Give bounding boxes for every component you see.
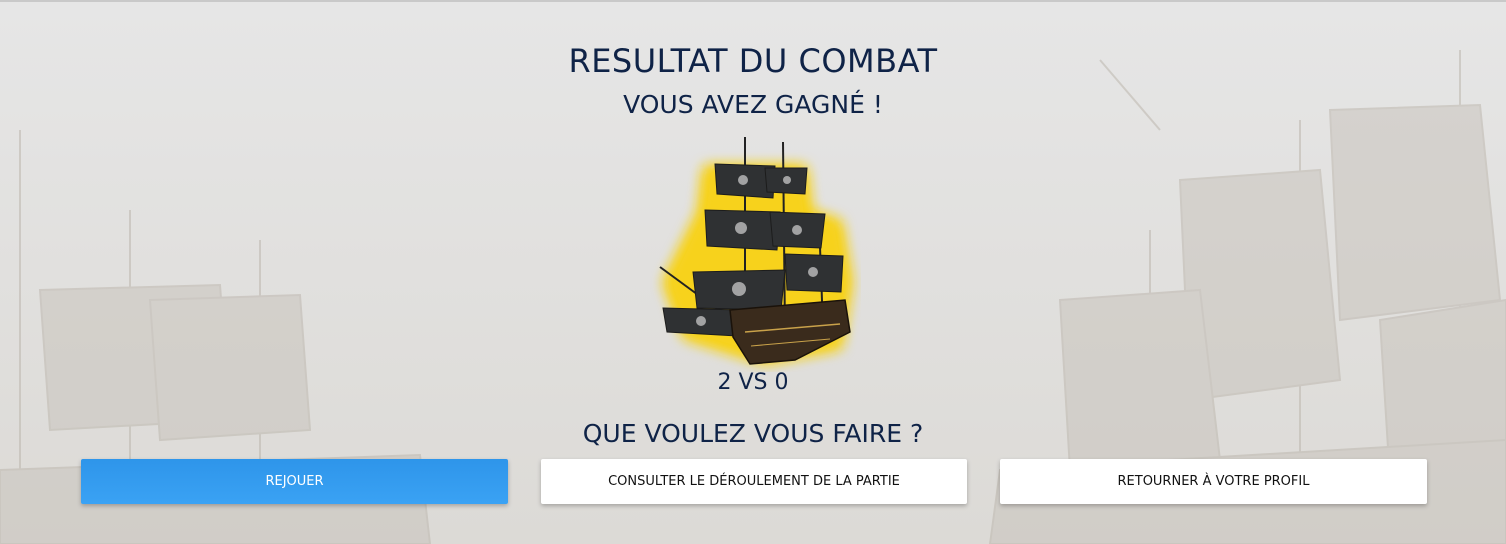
combat-result-panel: RESULTAT DU COMBAT VOUS AVEZ GAGNÉ ! 2 V… [0, 0, 1506, 544]
result-message: VOUS AVEZ GAGNÉ ! [623, 90, 883, 119]
page-title: RESULTAT DU COMBAT [568, 42, 938, 80]
next-action-question: QUE VOULEZ VOUS FAIRE ? [582, 419, 924, 448]
score-text: 2 VS 0 [717, 370, 789, 395]
return-to-profile-button[interactable]: RETOURNER À VOTRE PROFIL [1000, 459, 1427, 504]
top-border [0, 0, 1506, 2]
view-game-log-button[interactable]: CONSULTER LE DÉROULEMENT DE LA PARTIE [541, 459, 967, 504]
replay-button[interactable]: REJOUER [81, 459, 508, 504]
pirate-ship-icon [645, 132, 861, 372]
